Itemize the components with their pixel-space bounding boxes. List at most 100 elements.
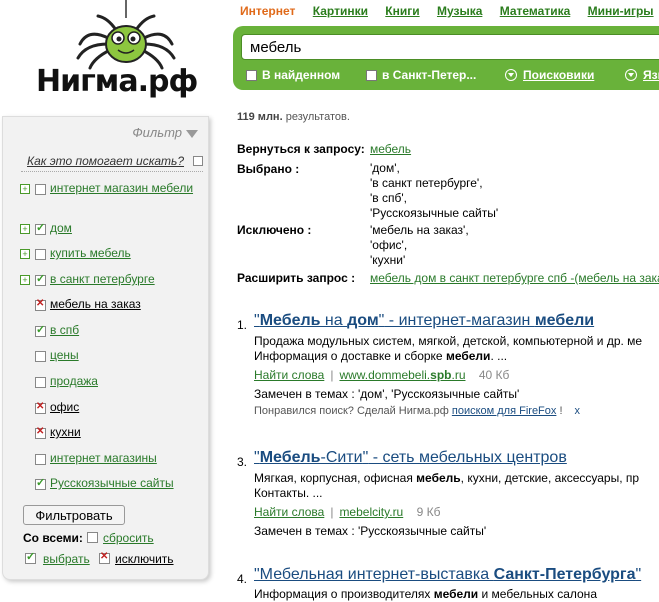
result-title-link[interactable]: "Мебель на дом" - интернет-магазин мебел… [254, 312, 594, 330]
search-input[interactable] [241, 34, 659, 60]
nav-tab-images[interactable]: Картинки [313, 4, 368, 18]
title-text: Мебель [259, 449, 321, 466]
reset-link[interactable]: сбросить [103, 531, 154, 545]
filter-checkbox-selected[interactable] [35, 272, 46, 286]
filter-item-label[interactable]: мебель на заказ [50, 297, 200, 312]
selected-value: 'в спб', [370, 191, 407, 205]
result-snippet: Мягкая, корпусная, офисная мебель, кухни… [254, 471, 639, 486]
result-size: 9 Кб [416, 505, 441, 519]
result-title-link[interactable]: "Мебельная интернет-выставка Санкт-Петер… [254, 566, 641, 584]
reset-checkbox[interactable] [87, 532, 98, 543]
snippet-text: мебель [416, 471, 461, 485]
filter-help-link[interactable]: Как это помогает искать? [27, 154, 184, 168]
firefox-promo: Понравился поиск? Сделай Нигма.рф поиско… [254, 405, 580, 417]
result-themes: Замечен в темах : 'Русскоязычные сайты' [254, 524, 487, 538]
divider [21, 171, 203, 172]
expand-icon[interactable]: + [20, 184, 30, 194]
exclude-all-link[interactable]: исключить [115, 552, 174, 566]
nav-tab-internet[interactable]: Интернет [240, 4, 295, 18]
url-text: .ru [451, 368, 466, 382]
snippet-text: Информация о доставке и сборке [254, 349, 446, 363]
snippet-text: Мягкая, корпусная, офисная [254, 471, 417, 485]
nav-tab-music[interactable]: Музыка [437, 4, 482, 18]
filter-item-label[interactable]: в санкт петербурге [50, 272, 200, 287]
snippet-text: Информация о производителях [254, 587, 434, 601]
expand-icon[interactable]: + [20, 275, 30, 285]
snippet-text: мебели [433, 587, 479, 601]
filter-checkbox[interactable] [35, 184, 46, 195]
spider-icon [76, 0, 176, 70]
nav-tab-math[interactable]: Математика [500, 4, 571, 18]
snippet-text: , кухни, детские, аксессуары, пр [460, 471, 640, 485]
filter-item-label[interactable]: интернет магазины [50, 451, 200, 466]
filter-item-label[interactable]: цены [50, 348, 200, 363]
search-spb-label: в Санкт-Петер... [382, 68, 477, 82]
title-text: мебели [534, 312, 595, 329]
filter-button[interactable]: Фильтровать [23, 505, 125, 525]
exclude-all-checkbox[interactable] [99, 551, 110, 564]
filter-panel: Фильтр Как это помогает искать? + интерн… [2, 116, 209, 580]
result-meta: Найти слова | mebelcity.ru 9 Кб [254, 505, 440, 519]
search-spb-option[interactable]: в Санкт-Петер... [366, 68, 476, 82]
filter-item-label[interactable]: купить мебель [50, 246, 200, 261]
filter-checkbox-selected[interactable] [35, 323, 46, 337]
expand-query-label: Расширить запрос : [237, 271, 356, 285]
title-text: - сеть мебельных центров [368, 449, 567, 466]
select-all-checkbox[interactable] [25, 550, 36, 564]
nav-tab-books[interactable]: Книги [385, 4, 419, 18]
filter-item-label[interactable]: в спб [50, 323, 200, 338]
search-in-found-label: В найденном [262, 68, 341, 82]
title-text: Санкт-Петербурга [493, 566, 636, 583]
filter-checkbox-excluded[interactable] [35, 298, 46, 311]
back-to-query-label: Вернуться к запросу: [237, 142, 365, 156]
selected-value: 'дом', [370, 161, 400, 175]
filter-checkbox[interactable] [35, 377, 46, 388]
result-meta: Найти слова | www.dommebeli.spb.ru 40 Кб [254, 368, 509, 382]
snippet-text: и мебельных салона [478, 587, 597, 601]
search-engines-label: Поисковики [523, 68, 595, 82]
expand-icon[interactable]: + [20, 224, 30, 234]
filter-checkbox-selected[interactable] [35, 476, 46, 490]
filter-item-label[interactable]: интернет магазин мебели [50, 181, 200, 196]
nav-tab-minigames[interactable]: Мини-игры [588, 4, 654, 18]
excluded-value: 'мебель на заказ', [370, 223, 469, 237]
result-title-link[interactable]: "Мебель-Сити" - сеть мебельных центров [254, 449, 567, 467]
title-text: на [320, 312, 348, 329]
filter-checkbox-selected[interactable] [35, 221, 46, 235]
filter-item-label[interactable]: офис [50, 400, 200, 415]
search-panel: В найденном в Санкт-Петер... Поисковики … [233, 26, 659, 90]
excluded-value: 'кухни' [370, 253, 406, 267]
title-text: Мебель [259, 312, 321, 329]
result-number: 4. [237, 572, 248, 586]
nigma-logo[interactable]: Нигма.рф [30, 0, 200, 100]
filter-checkbox-excluded[interactable] [35, 426, 46, 439]
result-url-link[interactable]: www.dommebeli.spb.ru [339, 368, 465, 382]
filter-item-label[interactable]: Русскоязычные сайты [50, 476, 200, 491]
find-words-link[interactable]: Найти слова [254, 368, 324, 382]
selected-value: 'в санкт петербурге', [370, 176, 483, 190]
back-to-query-link[interactable]: мебель [370, 142, 411, 157]
search-in-found-option[interactable]: В найденном [246, 68, 340, 82]
filter-checkbox[interactable] [35, 249, 46, 260]
select-all-link[interactable]: выбрать [43, 552, 90, 566]
filter-checkbox-excluded[interactable] [35, 401, 46, 414]
find-words-link[interactable]: Найти слова [254, 505, 324, 519]
title-text: "Мебельная интернет-выставка [254, 566, 494, 583]
close-icon[interactable]: x [575, 405, 581, 417]
separator: | [330, 368, 334, 382]
help-expand-icon[interactable] [193, 156, 203, 166]
search-spb-checkbox[interactable] [366, 69, 377, 81]
filter-checkbox[interactable] [35, 351, 46, 362]
filter-item-label[interactable]: дом [50, 221, 200, 236]
result-url-link[interactable]: mebelcity.ru [339, 505, 403, 519]
filter-item-label[interactable]: кухни [50, 425, 200, 440]
search-in-found-checkbox[interactable] [246, 69, 257, 81]
filter-checkbox[interactable] [35, 454, 46, 465]
firefox-plugin-link[interactable]: поиском для FireFox [452, 405, 557, 417]
filter-item-label[interactable]: продажа [50, 374, 200, 389]
promo-text: ! [556, 405, 563, 417]
search-engines-dropdown[interactable]: Поисковики [505, 68, 594, 82]
expand-icon[interactable]: + [20, 249, 30, 259]
languages-dropdown[interactable]: Язы [625, 68, 659, 82]
expand-query-link[interactable]: мебель дом в санкт петербурге спб -(мебе… [370, 271, 659, 286]
